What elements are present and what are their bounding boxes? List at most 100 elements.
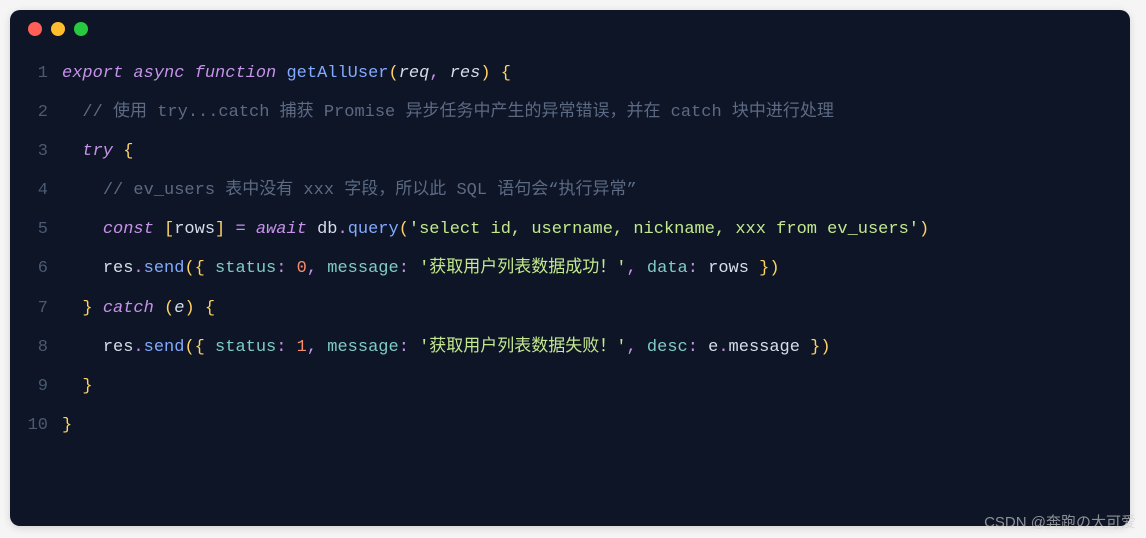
code-content[interactable]: res.send({ status: 0, message: '获取用户列表数据…	[62, 249, 780, 288]
code-content[interactable]: res.send({ status: 1, message: '获取用户列表数据…	[62, 328, 831, 367]
token-num: 0	[297, 259, 307, 278]
token-pun: :	[688, 338, 698, 357]
code-content[interactable]: }	[62, 367, 93, 406]
window-titlebar	[10, 10, 1130, 48]
token-brk: {	[501, 64, 511, 83]
token-cmt: // ev_users 表中没有 xxx 字段，所以此 SQL 语句会“执行异常…	[103, 181, 637, 200]
token-brk: )	[480, 64, 490, 83]
token-id	[637, 338, 647, 357]
minimize-icon[interactable]	[51, 22, 65, 36]
token-brk: )	[769, 259, 779, 278]
code-content[interactable]: // 使用 try...catch 捕获 Promise 异步任务中产生的异常错…	[62, 93, 834, 132]
token-pun: ,	[627, 259, 637, 278]
token-id	[205, 259, 215, 278]
token-pun: :	[688, 259, 698, 278]
token-dot-op: .	[133, 259, 143, 278]
token-param: e	[174, 299, 184, 318]
token-id: rows	[174, 220, 215, 239]
code-content[interactable]: const [rows] = await db.query('select id…	[62, 210, 929, 249]
token-id	[123, 64, 133, 83]
token-prop: status	[215, 338, 276, 357]
code-window: 1export async function getAllUser(req, r…	[10, 10, 1130, 526]
token-brk: )	[184, 299, 194, 318]
token-dot-op: .	[718, 338, 728, 357]
code-content[interactable]: }	[62, 406, 72, 445]
token-kw: try	[82, 142, 113, 161]
token-prop: message	[327, 338, 398, 357]
token-pun: :	[399, 259, 409, 278]
code-line[interactable]: 1export async function getAllUser(req, r…	[10, 54, 1130, 93]
code-line[interactable]: 9 }	[10, 367, 1130, 406]
token-pun: ,	[627, 338, 637, 357]
token-fn: query	[348, 220, 399, 239]
code-content[interactable]: // ev_users 表中没有 xxx 字段，所以此 SQL 语句会“执行异常…	[62, 171, 637, 210]
line-number: 9	[10, 367, 62, 406]
code-line[interactable]: 5 const [rows] = await db.query('select …	[10, 210, 1130, 249]
code-editor[interactable]: 1export async function getAllUser(req, r…	[10, 48, 1130, 445]
token-id	[698, 338, 708, 357]
token-id	[154, 299, 164, 318]
line-number: 8	[10, 328, 62, 367]
token-id	[276, 64, 286, 83]
line-number: 10	[10, 406, 62, 445]
code-content[interactable]: export async function getAllUser(req, re…	[62, 54, 511, 93]
token-id	[307, 220, 317, 239]
token-kw: async	[133, 64, 184, 83]
token-id	[93, 299, 103, 318]
token-id	[440, 64, 450, 83]
token-id	[749, 259, 759, 278]
token-id	[225, 220, 235, 239]
token-brk: )	[820, 338, 830, 357]
token-brk: )	[919, 220, 929, 239]
token-brk: }	[82, 299, 92, 318]
token-id	[154, 220, 164, 239]
token-param: req	[399, 64, 430, 83]
code-content[interactable]: try {	[62, 132, 133, 171]
line-number: 6	[10, 249, 62, 288]
code-line[interactable]: 4 // ev_users 表中没有 xxx 字段，所以此 SQL 语句会“执行…	[10, 171, 1130, 210]
token-id	[409, 259, 419, 278]
token-pun: ,	[429, 64, 439, 83]
code-line[interactable]: 8 res.send({ status: 1, message: '获取用户列表…	[10, 328, 1130, 367]
token-id	[800, 338, 810, 357]
token-param: res	[450, 64, 481, 83]
token-kw: await	[256, 220, 307, 239]
token-str: 'select id, username, nickname, xxx from…	[409, 220, 919, 239]
token-prop: data	[647, 259, 688, 278]
code-line[interactable]: 2 // 使用 try...catch 捕获 Promise 异步任务中产生的异…	[10, 93, 1130, 132]
code-line[interactable]: 3 try {	[10, 132, 1130, 171]
token-pun: ,	[307, 338, 317, 357]
token-fn: send	[144, 338, 185, 357]
token-num: 1	[297, 338, 307, 357]
code-content[interactable]: } catch (e) {	[62, 289, 215, 328]
token-kw: export	[62, 64, 123, 83]
token-brk: }	[759, 259, 769, 278]
line-number: 7	[10, 289, 62, 328]
token-brk: }	[62, 416, 72, 435]
token-id	[246, 220, 256, 239]
code-line[interactable]: 10}	[10, 406, 1130, 445]
token-dot-op: .	[337, 220, 347, 239]
token-id	[409, 338, 419, 357]
token-id	[637, 259, 647, 278]
token-prop: status	[215, 259, 276, 278]
maximize-icon[interactable]	[74, 22, 88, 36]
line-number: 5	[10, 210, 62, 249]
code-line[interactable]: 6 res.send({ status: 0, message: '获取用户列表…	[10, 249, 1130, 288]
line-number: 1	[10, 54, 62, 93]
token-brk: }	[810, 338, 820, 357]
token-id	[62, 181, 103, 200]
token-brk: (	[399, 220, 409, 239]
code-line[interactable]: 7 } catch (e) {	[10, 289, 1130, 328]
token-kw: const	[103, 220, 154, 239]
token-id: db	[317, 220, 337, 239]
token-pun: =	[235, 220, 245, 239]
token-id: rows	[708, 259, 749, 278]
token-id	[317, 259, 327, 278]
token-id	[113, 142, 123, 161]
token-brk: {	[205, 299, 215, 318]
token-kw: function	[195, 64, 277, 83]
token-cmt: // 使用 try...catch 捕获 Promise 异步任务中产生的异常错…	[82, 103, 833, 122]
close-icon[interactable]	[28, 22, 42, 36]
token-id	[286, 259, 296, 278]
